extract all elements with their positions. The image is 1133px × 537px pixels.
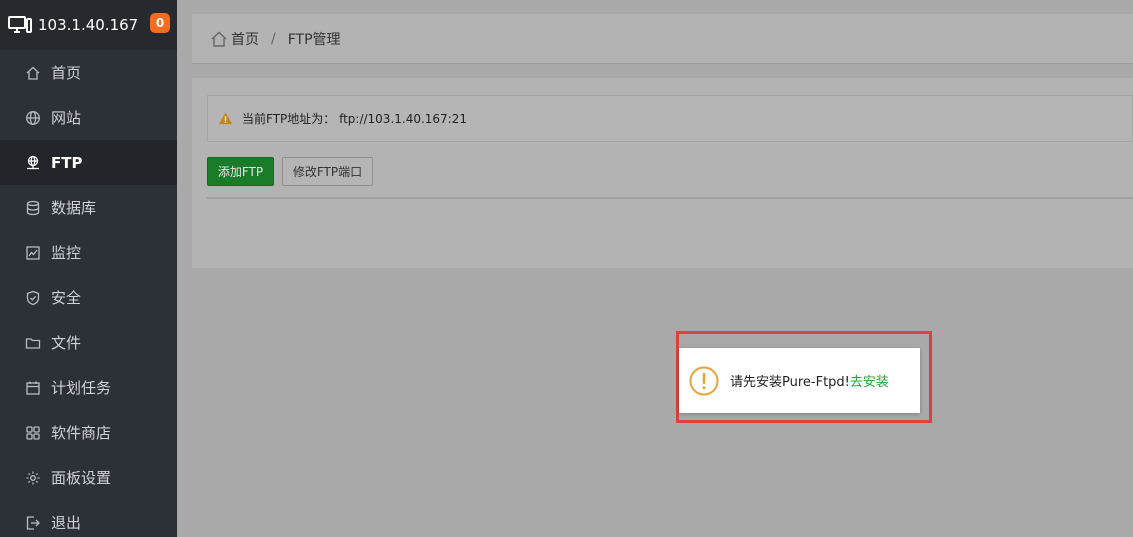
- sidebar-item-label: 文件: [51, 334, 82, 352]
- sidebar-item-label: 数据库: [51, 199, 97, 217]
- ftp-icon: [24, 154, 42, 172]
- sidebar-item-label: 首页: [51, 64, 82, 82]
- ftp-address-alert: 当前FTP地址为： ftp://103.1.40.167:21: [207, 95, 1133, 142]
- toast-message: 请先安装Pure-Ftpd!: [730, 375, 850, 390]
- sidebar-nav: 首页 网站 FTP 数据库 监控 安全 文件 计划任务 软件商店 面板设置 退出: [0, 50, 177, 537]
- sidebar-item-label: 计划任务: [51, 379, 112, 397]
- sidebar-item-database[interactable]: 数据库: [0, 185, 177, 230]
- sidebar-item-label: 网站: [51, 109, 82, 127]
- breadcrumb: 首页 / FTP管理: [192, 14, 1133, 64]
- home-icon: [24, 64, 42, 82]
- server-host: 103.1.40.167: [38, 16, 139, 34]
- sidebar-item-security[interactable]: 安全: [0, 275, 177, 320]
- gear-icon: [24, 469, 42, 487]
- server-monitor-icon: [8, 15, 32, 35]
- sidebar-item-label: 安全: [51, 289, 82, 307]
- sidebar-item-settings[interactable]: 面板设置: [0, 455, 177, 500]
- sidebar-header: 103.1.40.167 0: [0, 0, 177, 50]
- sidebar-item-label: 软件商店: [51, 424, 112, 442]
- sidebar: 103.1.40.167 0 首页 网站 FTP 数据库 监控 安全 文件 计划…: [0, 0, 177, 537]
- database-icon: [24, 199, 42, 217]
- monitor-icon: [24, 244, 42, 262]
- breadcrumb-home[interactable]: 首页: [231, 29, 259, 49]
- sidebar-item-label: 监控: [51, 244, 82, 262]
- sidebar-item-cron[interactable]: 计划任务: [0, 365, 177, 410]
- breadcrumb-current: FTP管理: [287, 31, 341, 48]
- sidebar-item-store[interactable]: 软件商店: [0, 410, 177, 455]
- sidebar-item-files[interactable]: 文件: [0, 320, 177, 365]
- logout-icon: [24, 514, 42, 532]
- sidebar-item-label: FTP: [51, 153, 83, 172]
- notification-badge[interactable]: 0: [150, 13, 170, 33]
- sidebar-item-label: 面板设置: [51, 469, 112, 487]
- globe-icon: [24, 109, 42, 127]
- sidebar-item-logout[interactable]: 退出: [0, 500, 177, 537]
- breadcrumb-separator: /: [271, 30, 276, 47]
- sidebar-item-monitor[interactable]: 监控: [0, 230, 177, 275]
- home-icon[interactable]: [210, 30, 231, 48]
- calendar-icon: [24, 379, 42, 397]
- ftp-panel: 当前FTP地址为： ftp://103.1.40.167:21 添加FTP 修改…: [192, 78, 1133, 268]
- grid-icon: [24, 424, 42, 442]
- install-link[interactable]: 去安装: [850, 371, 889, 390]
- install-toast: 请先安装Pure-Ftpd! 去安装: [679, 348, 920, 413]
- sidebar-item-ftp[interactable]: FTP: [0, 140, 177, 185]
- modify-ftp-port-button[interactable]: 修改FTP端口: [282, 157, 373, 186]
- ftp-address-text: 当前FTP地址为： ftp://103.1.40.167:21: [242, 112, 468, 126]
- sidebar-item-home[interactable]: 首页: [0, 50, 177, 95]
- warning-icon: [218, 111, 242, 126]
- add-ftp-button[interactable]: 添加FTP: [207, 157, 274, 186]
- shield-icon: [24, 289, 42, 307]
- alert-circle-icon: [689, 366, 730, 396]
- sidebar-item-website[interactable]: 网站: [0, 95, 177, 140]
- divider: [207, 197, 1133, 199]
- sidebar-item-label: 退出: [51, 514, 82, 532]
- folder-icon: [24, 334, 42, 352]
